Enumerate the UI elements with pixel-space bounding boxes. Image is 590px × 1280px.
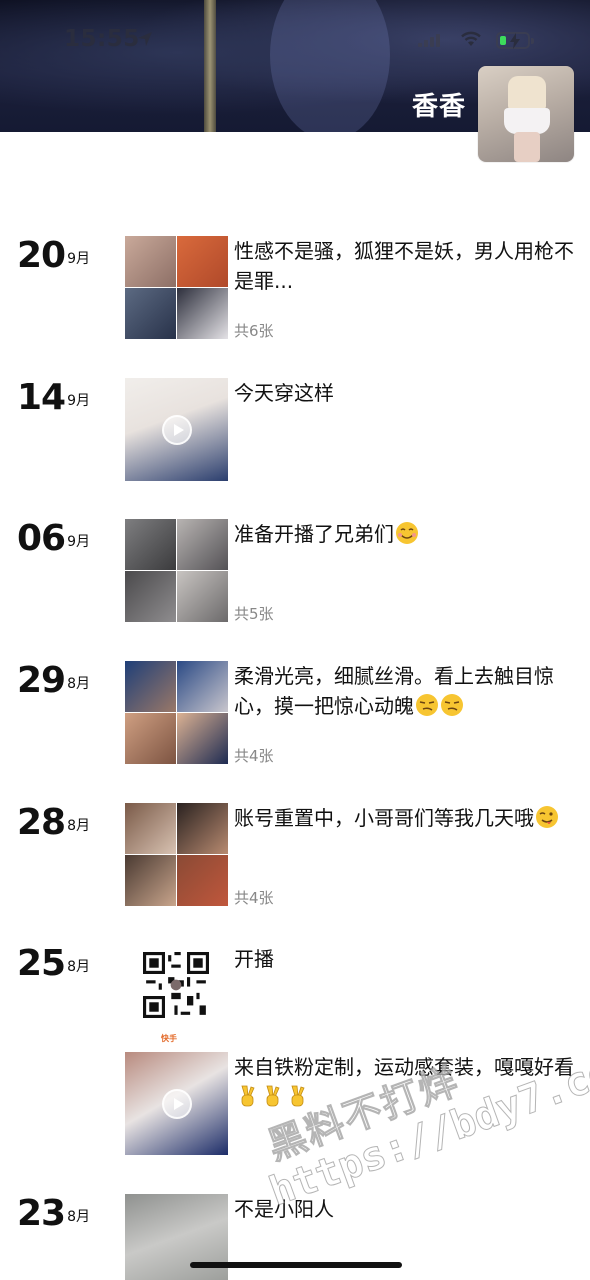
post-text: 开播 (234, 947, 274, 971)
post-month: 9月 (67, 534, 91, 550)
photo-count: 共5张 (234, 605, 274, 623)
post-video-thumbnail[interactable] (125, 378, 228, 481)
photo-count: 共6张 (234, 322, 274, 340)
smirk-emoji-icon (416, 694, 438, 716)
post-day: 06 (17, 518, 66, 559)
charging-bolt-icon (510, 33, 520, 49)
post-month: 8月 (67, 959, 91, 975)
post-date: 20 9月 (17, 236, 90, 276)
post-day: 29 (17, 660, 66, 701)
post-date: 06 9月 (17, 519, 90, 559)
profile-avatar[interactable] (478, 66, 574, 162)
post-date: 28 8月 (17, 803, 90, 843)
post-date: 29 8月 (17, 661, 90, 701)
victory-emoji-icon (241, 1085, 255, 1107)
post-thumbnail-grid[interactable] (125, 803, 228, 906)
location-arrow-icon (138, 32, 152, 46)
home-indicator[interactable] (190, 1262, 402, 1268)
status-time: 15:55 (64, 26, 140, 52)
post-thumbnail-grid[interactable] (125, 661, 228, 764)
post-month: 8月 (67, 676, 91, 692)
post-video-thumbnail[interactable] (125, 1052, 228, 1155)
status-bar: 15:55 (0, 20, 590, 60)
victory-emoji-icon (291, 1085, 305, 1107)
cellular-signal-icon (418, 33, 444, 47)
post-day: 23 (17, 1193, 66, 1234)
photo-count: 共4张 (234, 747, 274, 765)
victory-emoji-icon (266, 1085, 280, 1107)
post-text: 性感不是骚，狐狸不是妖，男人用枪不是罪... (234, 239, 574, 293)
wifi-icon (461, 31, 481, 46)
post-text-content: 准备开播了兄弟们 (234, 522, 394, 546)
smile-emoji-icon (396, 522, 418, 544)
post-thumbnail-grid[interactable] (125, 236, 228, 339)
post-text: 不是小阳人 (234, 1197, 334, 1221)
post-thumbnail-grid[interactable] (125, 519, 228, 622)
profile-name[interactable]: 香香 (412, 86, 466, 123)
post-day: 14 (17, 377, 66, 418)
post-day: 25 (17, 943, 66, 984)
play-icon[interactable] (162, 415, 192, 445)
play-icon[interactable] (162, 1089, 192, 1119)
post-month: 9月 (67, 393, 91, 409)
post-month: 9月 (67, 251, 91, 267)
post-text: 账号重置中，小哥哥们等我几天哦 (234, 803, 574, 833)
qr-caption (131, 1022, 223, 1027)
post-text-content: 账号重置中，小哥哥们等我几天哦 (234, 806, 534, 830)
photo-count: 共4张 (234, 889, 274, 907)
post-text: 来自铁粉定制，运动感套装，嘎嘎好看 (234, 1052, 574, 1112)
post-text: 准备开播了兄弟们 (234, 519, 574, 549)
post-date: 23 8月 (17, 1194, 90, 1234)
post-day: 28 (17, 802, 66, 843)
wink-emoji-icon (536, 806, 558, 828)
post-month: 8月 (67, 818, 91, 834)
kuaishou-logo: 快手 (161, 1034, 177, 1043)
smirk-emoji-icon (441, 694, 463, 716)
qr-code-thumbnail[interactable]: 快手 (125, 944, 228, 1047)
post-date: 25 8月 (17, 944, 90, 984)
post-text-content: 来自铁粉定制，运动感套装，嘎嘎好看 (234, 1055, 574, 1079)
post-text: 柔滑光亮，细腻丝滑。看上去触目惊心，摸一把惊心动魄 (234, 661, 574, 721)
battery-icon (496, 32, 534, 49)
post-date: 14 9月 (17, 378, 90, 418)
battery-level (500, 36, 506, 45)
post-day: 20 (17, 235, 66, 276)
post-text: 今天穿这样 (234, 381, 334, 405)
moments-page: 15:55 香香 20 9月 性感不是骚，狐狸不是妖，男人用枪不是罪... 共6… (0, 0, 590, 1280)
post-month: 8月 (67, 1209, 91, 1225)
post-text-content: 柔滑光亮，细腻丝滑。看上去触目惊心，摸一把惊心动魄 (234, 664, 554, 718)
qr-code-icon (143, 952, 209, 1018)
